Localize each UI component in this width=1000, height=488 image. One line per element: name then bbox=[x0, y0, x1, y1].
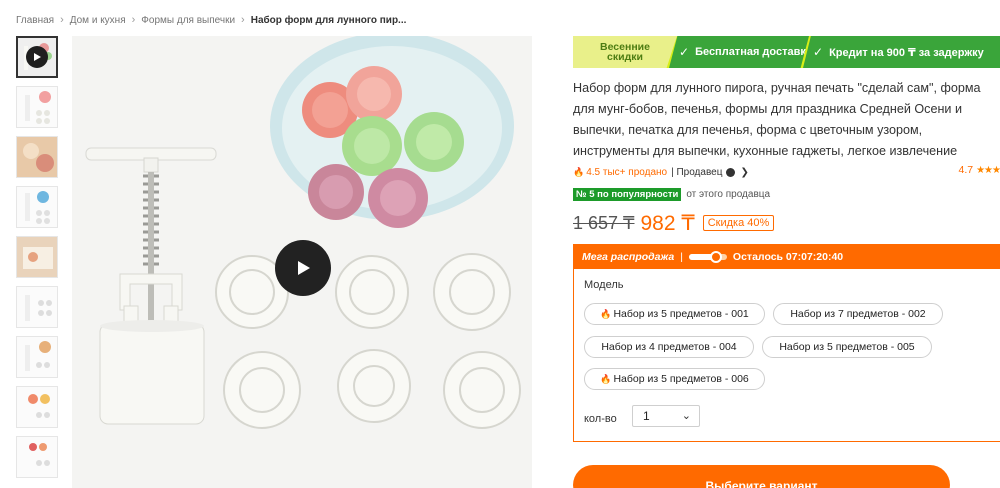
variant-option-006[interactable]: 🔥 Набор из 5 предметов - 006 bbox=[584, 368, 765, 390]
mega-sale-header: Мега распродажа | Осталось 07:07:20:40 bbox=[574, 245, 1000, 269]
thumbnail-video[interactable] bbox=[16, 36, 58, 78]
sold-count-label: 4.5 тыс+ продано bbox=[586, 166, 668, 178]
price-row: 1 657 ₸ 982 ₸ Скидка 40% bbox=[573, 210, 1000, 236]
seller-link[interactable]: | Продавец ❯ bbox=[667, 167, 749, 178]
mega-sale-title: Мега распродажа bbox=[582, 251, 675, 263]
thumbnail-image[interactable] bbox=[16, 86, 58, 128]
mooncake-molds-icon bbox=[17, 337, 57, 377]
mega-sale-box: Мега распродажа | Осталось 07:07:20:40 М… bbox=[573, 244, 1000, 442]
discount-badge: Скидка 40% bbox=[702, 215, 775, 231]
promo-free-delivery[interactable]: ✓ Бесплатная доставка bbox=[669, 36, 809, 68]
mooncake-photo-icon bbox=[17, 237, 57, 277]
product-rating[interactable]: 4.7 ★★★ bbox=[958, 164, 1000, 176]
current-price: 982 ₸ bbox=[640, 211, 695, 235]
variant-label: Набор из 7 предметов - 002 bbox=[790, 308, 926, 320]
chevron-down-icon: ⌄ bbox=[681, 410, 691, 422]
variant-label: Набор из 5 предметов - 005 bbox=[779, 341, 915, 353]
variant-label: Набор из 5 предметов - 006 bbox=[613, 373, 749, 385]
popularity-row: № 5 по популярности от этого продавца bbox=[573, 186, 1000, 202]
old-price: 1 657 ₸ bbox=[573, 212, 635, 233]
mooncake-molds-icon bbox=[17, 437, 57, 477]
thumbnail-image[interactable] bbox=[16, 336, 58, 378]
play-icon bbox=[298, 261, 310, 275]
quantity-select[interactable]: 1 ⌄ bbox=[632, 405, 700, 427]
fire-icon: 🔥 bbox=[600, 308, 612, 319]
mooncake-molds-icon bbox=[17, 187, 57, 227]
product-meta: 🔥 4.5 тыс+ продано | Продавец ❯ 4.7 ★★★ bbox=[573, 164, 1000, 180]
variant-option-004[interactable]: Набор из 4 предметов - 004 bbox=[584, 336, 754, 358]
check-icon: ✓ bbox=[813, 45, 824, 59]
breadcrumb: Главная › Дом и кухня › Формы для выпечк… bbox=[16, 12, 406, 28]
popularity-badge[interactable]: № 5 по популярности bbox=[573, 187, 682, 201]
promo-free-delivery-label: Бесплатная доставка bbox=[695, 46, 812, 58]
variant-option-005[interactable]: Набор из 5 предметов - 005 bbox=[762, 336, 932, 358]
rating-value: 4.7 bbox=[958, 164, 974, 176]
thumbnail-list bbox=[16, 36, 60, 486]
breadcrumb-separator: › bbox=[60, 14, 64, 26]
mega-sale-separator: | bbox=[680, 251, 683, 263]
product-info: ✓ Кредит на 900 ₸ за задержку ✓ Бесплатн… bbox=[573, 36, 1000, 442]
breadcrumb-current: Набор форм для лунного пир... bbox=[250, 14, 407, 26]
popularity-suffix: от этого продавца bbox=[686, 188, 771, 200]
model-label: Модель bbox=[584, 279, 624, 291]
variant-option-002[interactable]: Набор из 7 предметов - 002 bbox=[773, 303, 943, 325]
seller-label: | Продавец bbox=[671, 166, 723, 178]
fire-icon: 🔥 bbox=[573, 166, 585, 177]
variant-label: Набор из 4 предметов - 004 bbox=[601, 341, 737, 353]
breadcrumb-baking-molds[interactable]: Формы для выпечки bbox=[141, 15, 235, 26]
thumbnail-image[interactable] bbox=[16, 186, 58, 228]
spring-sale-badge-line2: скидки bbox=[607, 51, 643, 63]
product-title: Набор форм для лунного пирога, ручная пе… bbox=[573, 81, 981, 158]
sale-timer-knob-icon bbox=[709, 251, 722, 263]
promo-credit-label: Кредит на 900 ₸ за задержку bbox=[829, 46, 984, 59]
sale-timer-progress bbox=[688, 251, 727, 263]
breadcrumb-separator: › bbox=[131, 14, 136, 26]
play-video-button[interactable] bbox=[275, 240, 331, 296]
variant-option-001[interactable]: 🔥 Набор из 5 предметов - 001 bbox=[584, 303, 765, 325]
thumbnail-image[interactable] bbox=[16, 436, 58, 478]
fire-icon: 🔥 bbox=[600, 373, 612, 384]
quantity-label: кол-во bbox=[584, 413, 617, 425]
thumbnail-image[interactable] bbox=[16, 236, 58, 278]
seller-avatar-icon bbox=[726, 167, 736, 177]
quantity-value: 1 bbox=[643, 409, 650, 423]
spring-sale-badge[interactable]: Весенние скидки bbox=[573, 36, 677, 68]
mooncake-molds-icon bbox=[17, 287, 57, 327]
sale-countdown: Осталось 07:07:20:40 bbox=[732, 251, 844, 263]
promo-credit[interactable]: ✓ Кредит на 900 ₸ за задержку bbox=[803, 36, 1000, 68]
mooncake-molds-icon bbox=[17, 387, 57, 427]
mooncake-photo-icon bbox=[17, 137, 57, 177]
sold-count: 🔥 4.5 тыс+ продано bbox=[573, 167, 667, 178]
breadcrumb-home-and-kitchen[interactable]: Дом и кухня bbox=[70, 15, 126, 26]
thumbnail-image[interactable] bbox=[16, 286, 58, 328]
thumbnail-image[interactable] bbox=[16, 386, 58, 428]
rating-stars-icon: ★★★ bbox=[976, 164, 1000, 176]
mooncake-molds-icon bbox=[17, 87, 57, 127]
breadcrumb-separator: › bbox=[241, 14, 245, 26]
chevron-right-icon: ❯ bbox=[740, 166, 749, 178]
breadcrumb-home[interactable]: Главная bbox=[16, 15, 54, 26]
main-product-image[interactable] bbox=[72, 36, 532, 488]
thumbnail-image[interactable] bbox=[16, 136, 58, 178]
variant-label: Набор из 5 предметов - 001 bbox=[613, 308, 749, 320]
promo-strip: ✓ Кредит на 900 ₸ за задержку ✓ Бесплатн… bbox=[573, 36, 1000, 68]
play-icon bbox=[26, 46, 48, 68]
choose-variant-button[interactable]: Выберите вариант bbox=[573, 465, 950, 488]
check-icon: ✓ bbox=[679, 45, 690, 59]
